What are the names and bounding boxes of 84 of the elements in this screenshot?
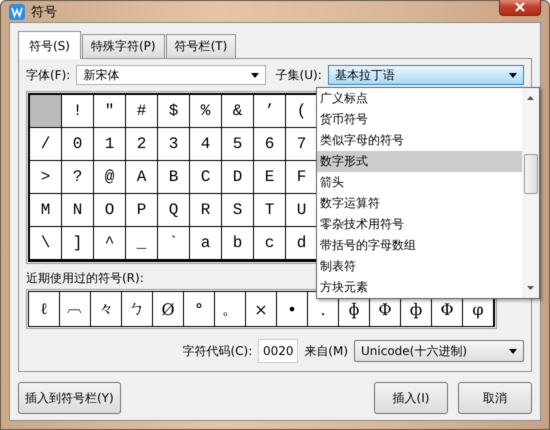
dialog-button[interactable]: 取消 <box>458 382 532 414</box>
symbol-cell[interactable]: N <box>62 194 94 227</box>
section-label: 近期使用过的符号(R): <box>26 270 144 287</box>
symbol-cell[interactable]: ` <box>158 227 190 260</box>
symbol-cell[interactable]: a <box>190 227 222 260</box>
symbol-cell[interactable]: \ <box>30 227 62 260</box>
list-option[interactable]: 零杂技术用符号 <box>317 214 522 235</box>
symbol-cell[interactable]: b <box>222 227 254 260</box>
list-option[interactable]: 数字运算符 <box>317 193 522 214</box>
symbol-cell[interactable]: ] <box>62 227 94 260</box>
list-option[interactable]: 制表符 <box>317 256 522 277</box>
symbol-cell[interactable]: ° <box>184 292 215 326</box>
symbol-cell[interactable]: c <box>254 227 286 260</box>
symbol-cell[interactable]: $ <box>158 95 190 128</box>
tab[interactable]: 特殊字符(P) <box>82 34 165 58</box>
symbol-cell[interactable]: 0 <box>62 128 94 161</box>
symbol-cell[interactable]: × <box>246 292 277 326</box>
symbol-cell[interactable]: Ø <box>153 292 184 326</box>
symbol-cell[interactable]: / <box>30 128 62 161</box>
field-label: 子集(U): <box>276 66 322 84</box>
window-title: 符号 <box>31 4 57 20</box>
field-label: 来自(M) <box>304 342 348 360</box>
symbol-cell[interactable]: 2 <box>126 128 158 161</box>
list-option[interactable]: 货币符号 <box>317 109 522 130</box>
caret-icon <box>250 72 259 78</box>
font-dropdown[interactable]: 新宋体 <box>76 65 266 85</box>
symbol-cell[interactable]: & <box>222 95 254 128</box>
symbol-cell[interactable] <box>30 95 62 128</box>
symbol-cell[interactable]: 々 <box>91 292 122 326</box>
symbol-cell[interactable]: A <box>126 161 158 194</box>
tab[interactable]: 符号(S) <box>18 31 81 59</box>
scrollbar-thumb[interactable] <box>524 154 538 194</box>
tab[interactable]: 符号栏(T) <box>166 34 236 58</box>
symbol-cell[interactable]: T <box>254 194 286 227</box>
scrollbar[interactable] <box>522 88 539 298</box>
list-option[interactable]: 数字形式 <box>317 151 522 172</box>
symbol-cell[interactable]: % <box>190 95 222 128</box>
symbol-cell[interactable]: 1 <box>94 128 126 161</box>
list-option[interactable]: 箭头 <box>317 172 522 193</box>
close-button[interactable] <box>499 0 541 16</box>
symbol-cell[interactable]: E <box>254 161 286 194</box>
symbol-cell[interactable]: # <box>126 95 158 128</box>
symbol-cell[interactable]: R <box>190 194 222 227</box>
symbol-cell[interactable]: ? <box>62 161 94 194</box>
caret-icon <box>509 72 517 78</box>
code-field[interactable]: 0020 <box>258 339 298 363</box>
down-arrow-icon[interactable] <box>527 286 534 290</box>
symbol-cell[interactable]: 6 <box>254 128 286 161</box>
list-option[interactable]: 广义标点 <box>317 88 522 109</box>
symbol-cell[interactable]: ! <box>62 95 94 128</box>
symbol-cell[interactable]: C <box>190 161 222 194</box>
list-option[interactable]: 类似字母的符号 <box>317 130 522 151</box>
symbol-cell[interactable]: ’ <box>254 95 286 128</box>
field-label: 字体(F): <box>26 66 70 84</box>
symbol-cell[interactable]: ㄅ <box>122 292 153 326</box>
up-arrow-icon[interactable] <box>527 96 534 100</box>
symbol-cell[interactable]: 。 <box>215 292 246 326</box>
list-option[interactable]: 带括号的字母数组 <box>317 235 522 256</box>
dialog-button[interactable]: 插入到符号栏(Y) <box>18 382 121 414</box>
symbol-cell[interactable]: P <box>126 194 158 227</box>
symbol-cell[interactable]: 5 <box>222 128 254 161</box>
symbol-cell[interactable]: D <box>222 161 254 194</box>
caret-icon <box>509 348 517 354</box>
symbol-cell[interactable]: 4 <box>190 128 222 161</box>
symbol-cell[interactable]: 3 <box>158 128 190 161</box>
symbol-cell[interactable]: O <box>94 194 126 227</box>
symbol-cell[interactable]: ︹ <box>60 292 91 326</box>
symbol-cell[interactable]: @ <box>94 161 126 194</box>
symbol-cell[interactable]: ℓ <box>29 292 60 326</box>
symbol-cell[interactable]: M <box>30 194 62 227</box>
symbol-cell[interactable]: B <box>158 161 190 194</box>
subset-dropdown[interactable]: 基本拉丁语 <box>328 65 524 85</box>
symbol-cell[interactable]: • <box>277 292 308 326</box>
dialog-button[interactable]: 插入(I) <box>374 382 448 414</box>
app-icon <box>9 4 25 20</box>
symbol-cell[interactable]: _ <box>126 227 158 260</box>
symbol-cell[interactable]: ^ <box>94 227 126 260</box>
symbol-cell[interactable]: ″ <box>94 95 126 128</box>
source-dropdown[interactable]: Unicode(十六进制) <box>354 340 524 362</box>
close-icon <box>514 2 526 12</box>
symbol-cell[interactable]: Q <box>158 194 190 227</box>
symbol-cell[interactable]: > <box>30 161 62 194</box>
field-label: 字符代码(C): <box>182 342 252 360</box>
symbol-cell[interactable]: S <box>222 194 254 227</box>
